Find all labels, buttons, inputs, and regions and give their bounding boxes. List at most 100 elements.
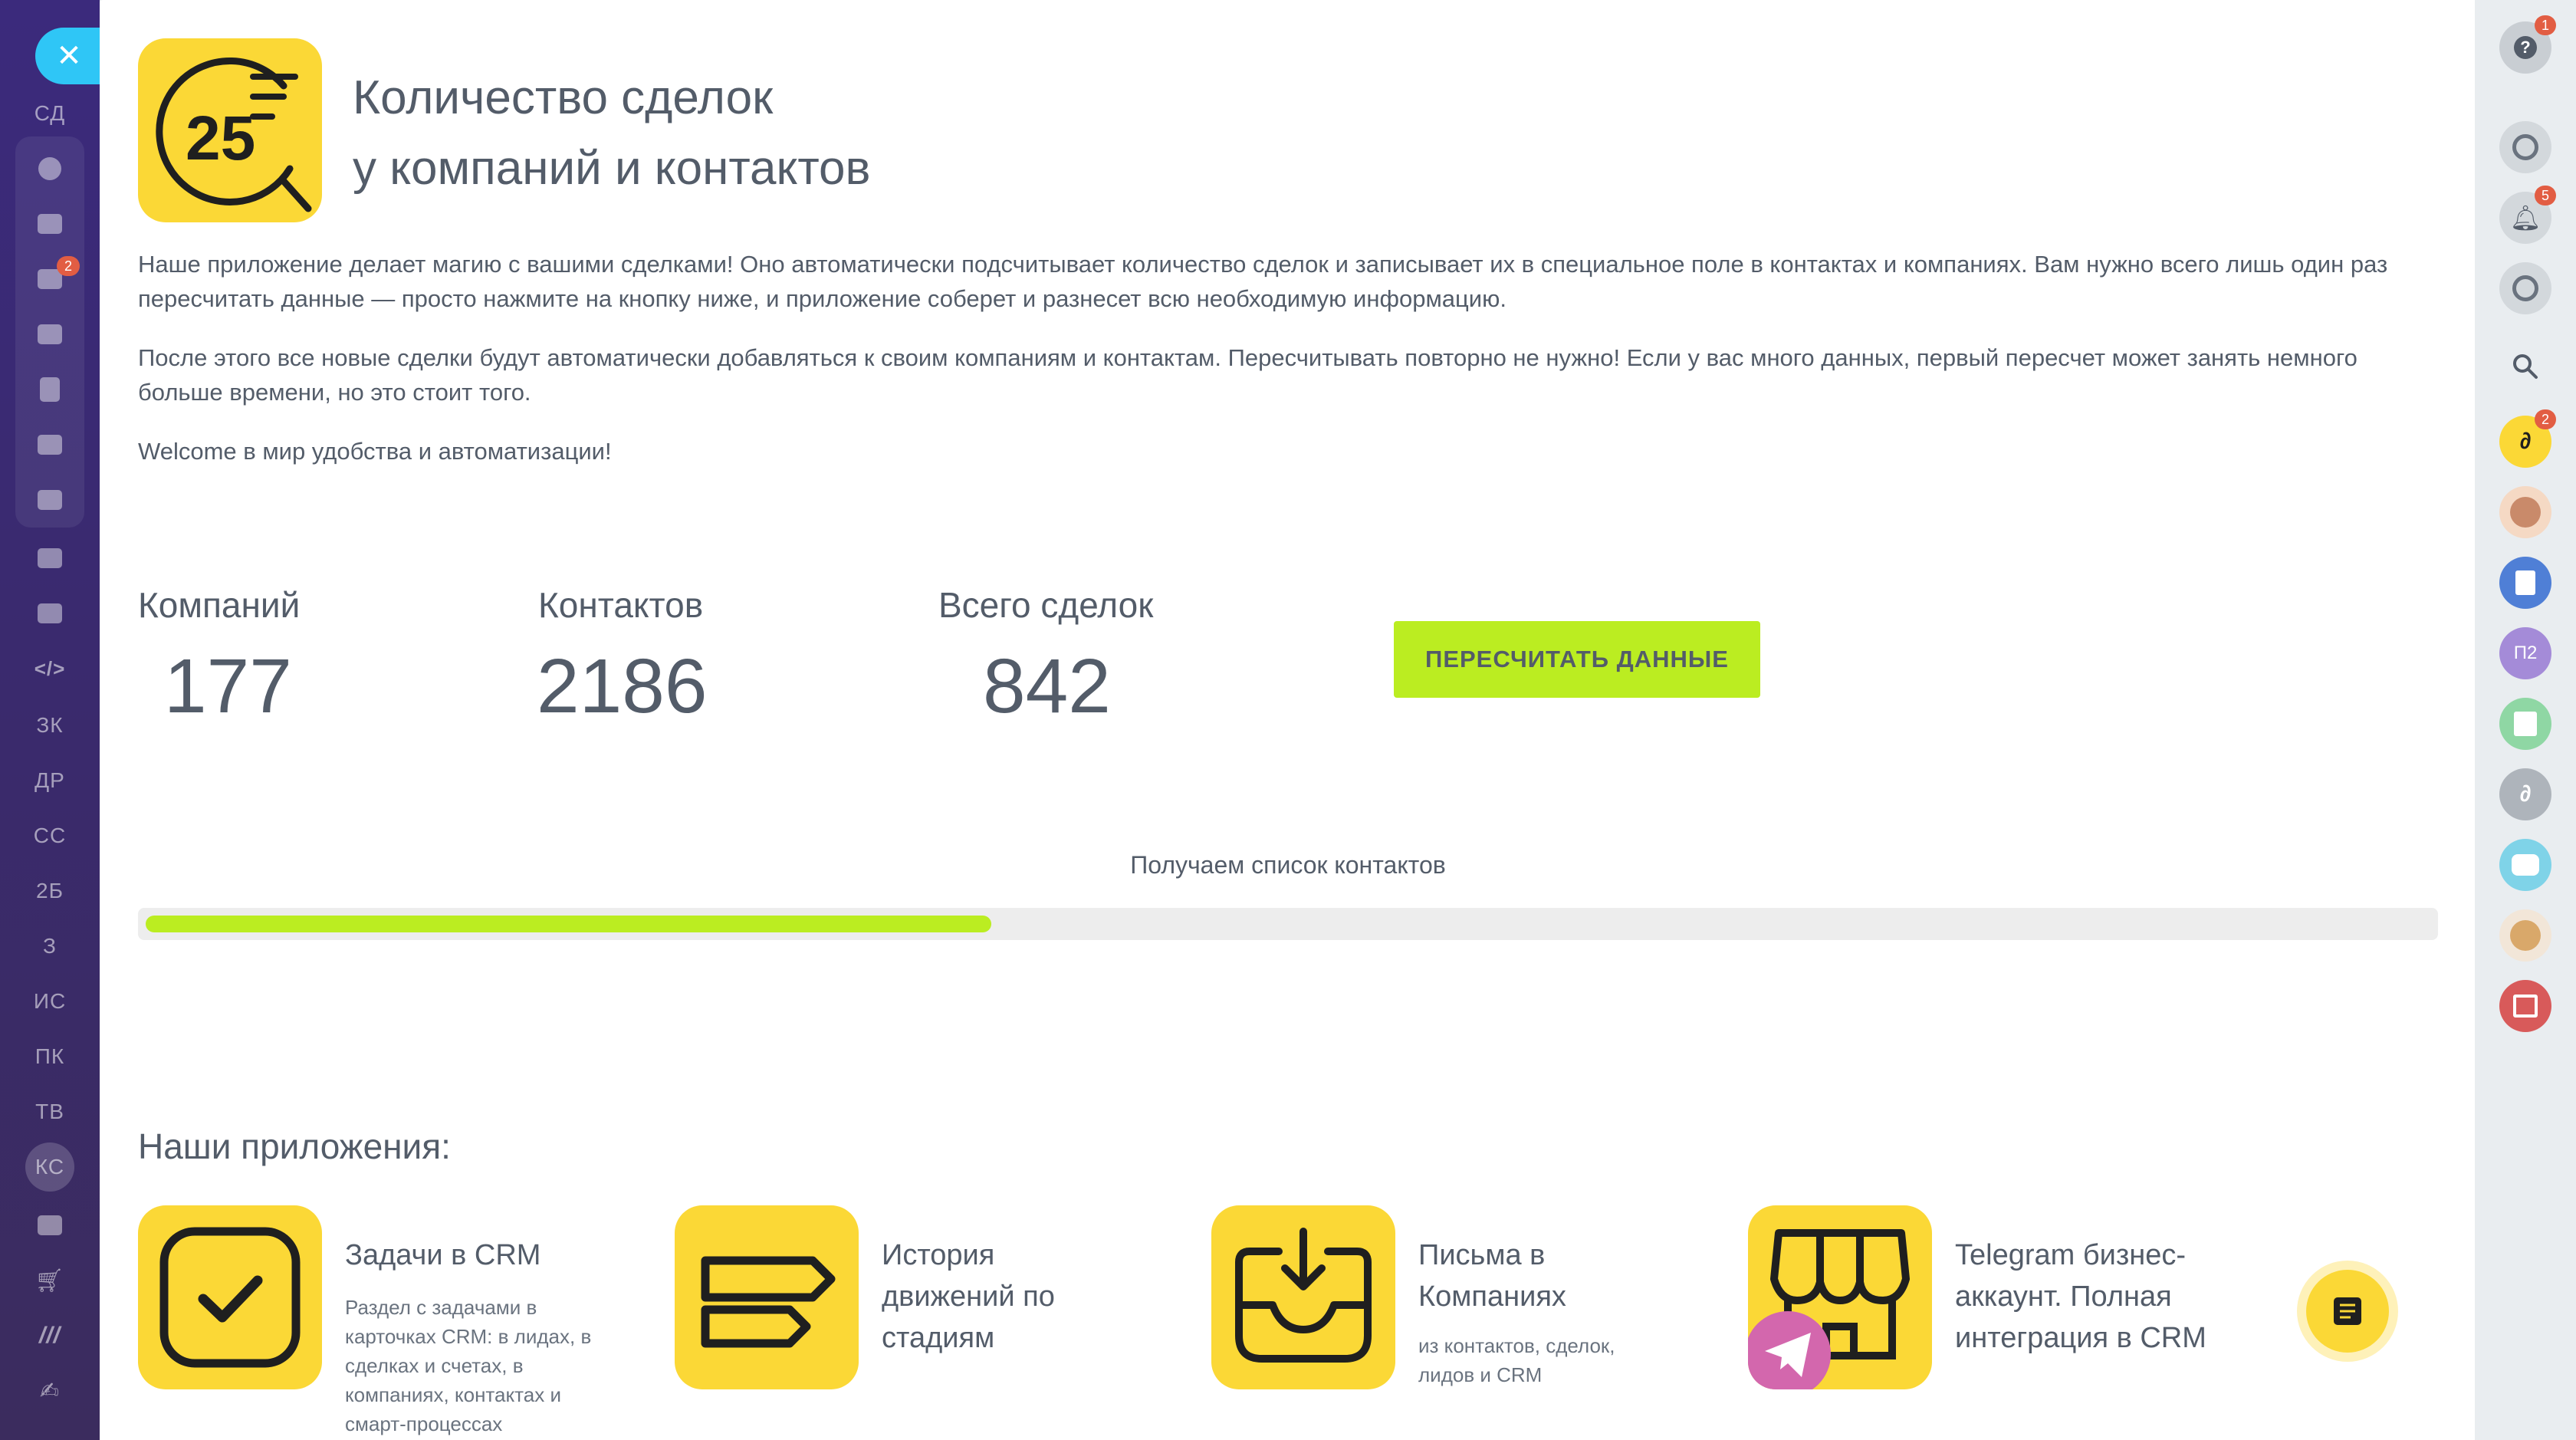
companies-count: 177 <box>164 643 292 729</box>
sidebar-item-robot[interactable] <box>0 1202 100 1248</box>
recent-app-2[interactable]: ∂ <box>2499 768 2551 820</box>
sidebar-item-contacts[interactable] <box>0 535 100 581</box>
storefront-telegram-icon <box>1748 1229 1910 1389</box>
chats-button[interactable] <box>2499 262 2551 314</box>
sidebar-item-is[interactable]: ИС <box>0 978 100 1024</box>
code-icon: </> <box>34 656 66 680</box>
app-card-stage-history-title[interactable]: История движений по стадиям <box>882 1235 1112 1359</box>
sidebar-item-ss[interactable]: СС <box>0 813 100 859</box>
left-sidebar: ✕ СД 2 </> ЗК ДР СС 2Б З ИС ПК ТВ КС 🛒︎ … <box>0 0 100 1440</box>
sidebar-item-zk[interactable]: ЗК <box>0 702 100 748</box>
sidebar-item-ks[interactable]: КС <box>0 1142 100 1192</box>
help-badge: 1 <box>2535 15 2556 35</box>
checkbox-icon <box>159 1227 301 1368</box>
close-icon: ✕ <box>56 39 82 73</box>
feedback-button[interactable] <box>2297 1261 2398 1362</box>
sidebar-item-groups[interactable] <box>0 477 100 523</box>
app-card-telegram-title[interactable]: Telegram бизнес-аккаунт. Полная интеграц… <box>1955 1235 2231 1359</box>
recent-group-chat[interactable]: П2 <box>2499 627 2551 679</box>
app-logo-small-icon: ∂ <box>2519 429 2532 454</box>
app-logo-outline-icon: ∂ <box>2519 781 2532 807</box>
deals-label: Всего сделок <box>938 585 1154 625</box>
app-card-stage-history-icon[interactable] <box>675 1205 859 1389</box>
recent-document[interactable] <box>2499 557 2551 609</box>
inbox-download-icon <box>1235 1228 1372 1363</box>
app-card-telegram-icon[interactable] <box>1748 1205 1932 1389</box>
question-icon: ? <box>2514 36 2537 59</box>
app-card-crm-tasks-icon[interactable] <box>138 1205 322 1389</box>
document-icon <box>2515 570 2535 595</box>
speech-bubble-icon <box>2512 854 2539 876</box>
sidebar-item-feed[interactable] <box>0 146 100 192</box>
contacts-label: Контактов <box>538 585 704 625</box>
sidebar-item-tasks[interactable] <box>0 201 100 247</box>
sidebar-item-dr[interactable]: ДР <box>0 758 100 804</box>
search-icon <box>2513 354 2538 379</box>
app-card-crm-tasks-title[interactable]: Задачи в CRM <box>345 1235 606 1276</box>
sidebar-item-label: ИС <box>33 989 67 1013</box>
description-paragraph-2: После этого все новые сделки будут автом… <box>138 344 2358 406</box>
sidebar-item-label: СС <box>33 824 67 847</box>
app-panel: 25 Количество сделок у компаний и контак… <box>100 0 2475 1440</box>
contacts-count: 2186 <box>537 643 708 729</box>
app-card-company-mail-title[interactable]: Письма в Компаниях <box>1418 1235 1648 1317</box>
recent-sheet[interactable] <box>2499 698 2551 750</box>
help-button[interactable]: ? 1 <box>2499 15 2556 74</box>
description-paragraph-3: Welcome в мир удобства и автоматизации! <box>138 438 612 465</box>
page-title: Количество сделок у компаний и контактов <box>353 63 1426 204</box>
app-card-crm-tasks-description: Раздел с задачами в карточках CRM: в лид… <box>345 1296 592 1435</box>
board-icon <box>2513 995 2538 1018</box>
chat-badge: 2 <box>57 256 80 276</box>
feed-icon <box>38 157 61 180</box>
apps-section-title: Наши приложения: <box>138 1126 451 1166</box>
bell-icon: 🔔︎ <box>2509 204 2542 232</box>
sidebar-item-dev[interactable]: </> <box>0 646 100 692</box>
sidebar-item-label: ТВ <box>35 1100 64 1123</box>
copilot-icon <box>2512 134 2538 160</box>
box-icon <box>38 603 62 623</box>
app-card-company-mail-icon[interactable] <box>1211 1205 1395 1389</box>
sidebar-item-label: ЗК <box>36 713 64 737</box>
sidebar-item-sd[interactable]: СД <box>0 90 100 136</box>
title-line-1: Количество сделок <box>353 71 774 124</box>
avatar <box>2510 497 2541 528</box>
sidebar-item-shop[interactable]: 🛒︎ <box>0 1258 100 1304</box>
drive-icon <box>38 435 62 455</box>
sidebar-item-calendar[interactable] <box>0 311 100 357</box>
list-doc-icon <box>2334 1297 2361 1325</box>
signpost-icon <box>701 1256 836 1348</box>
sidebar-item-pk[interactable]: ПК <box>0 1034 100 1080</box>
people-icon <box>38 490 62 510</box>
recalculate-button[interactable]: ПЕРЕСЧИТАТЬ ДАННЫЕ <box>1394 621 1760 698</box>
sidebar-item-sign[interactable]: ✍︎ <box>0 1368 100 1414</box>
recent-avatar-2[interactable] <box>2499 909 2551 962</box>
contact-card-icon <box>38 548 62 568</box>
notifications-button[interactable]: 🔔︎ 5 <box>2499 186 2556 244</box>
sidebar-item-tv[interactable]: ТВ <box>0 1089 100 1135</box>
app-card-company-mail-description: из контактов, сделок, лидов и CRM <box>1418 1334 1615 1386</box>
recent-avatar-1[interactable] <box>2499 486 2551 538</box>
sidebar-item-label: ПК <box>34 1044 65 1068</box>
progress-caption: Получаем список контактов <box>1130 851 1446 879</box>
signature-icon: ✍︎ <box>39 1378 61 1404</box>
progress-bar <box>138 908 2438 940</box>
deals-count: 842 <box>983 643 1111 729</box>
sidebar-item-chat[interactable] <box>0 256 100 302</box>
sidebar-item-store[interactable] <box>0 590 100 636</box>
copilot-button[interactable] <box>2499 121 2551 173</box>
sidebar-item-2b[interactable]: 2Б <box>0 868 100 914</box>
recent-board[interactable] <box>2499 980 2551 1032</box>
feedback-button-inner <box>2306 1270 2389 1353</box>
search-button[interactable] <box>2499 340 2551 393</box>
sidebar-item-marketplace[interactable]: /// <box>0 1313 100 1359</box>
recent-chat[interactable] <box>2499 839 2551 891</box>
close-slider-button[interactable]: ✕ <box>35 28 100 84</box>
app-badge: 2 <box>2535 409 2556 429</box>
sidebar-item-z[interactable]: З <box>0 923 100 969</box>
clock-search-icon: 25 <box>156 57 312 212</box>
recent-app-current[interactable]: ∂ 2 <box>2499 409 2556 468</box>
chat-bubble-icon <box>2512 275 2538 301</box>
tasks-icon <box>38 214 62 234</box>
sidebar-item-drive[interactable] <box>0 422 100 468</box>
sidebar-item-docs[interactable] <box>0 367 100 413</box>
